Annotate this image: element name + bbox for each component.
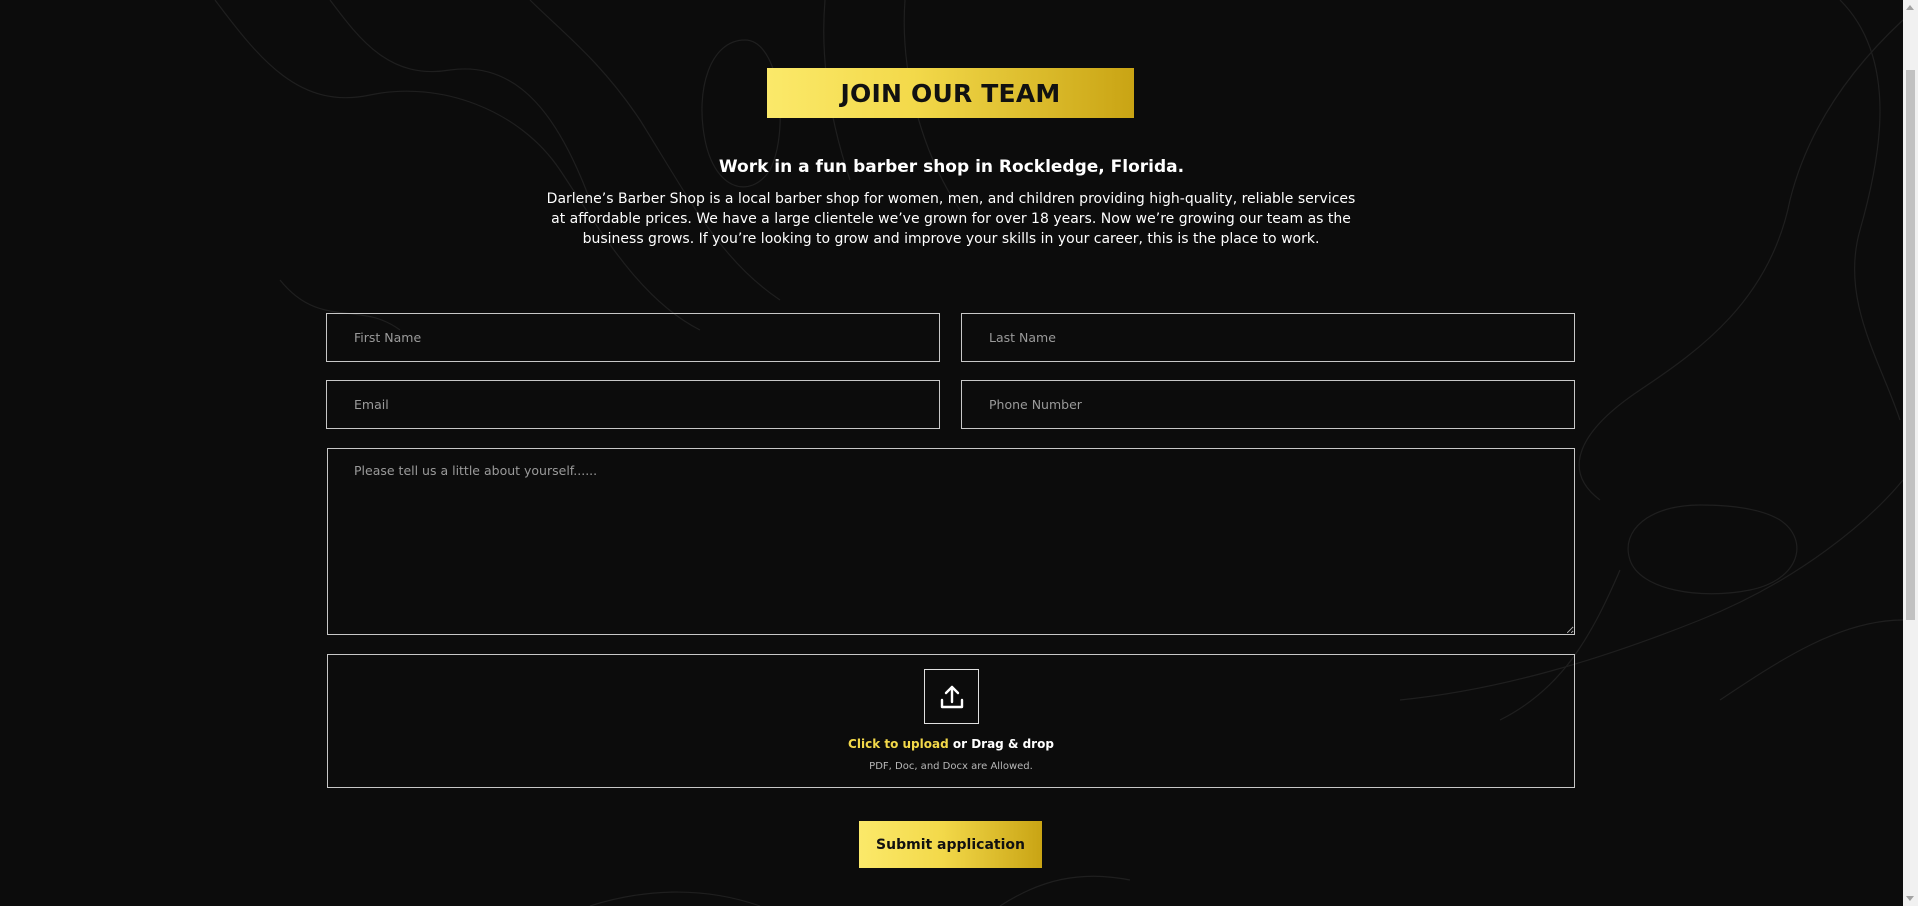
file-upload-dropzone[interactable]: Click to upload or Drag & drop PDF, Doc,… [327, 654, 1575, 788]
upload-button[interactable] [924, 669, 979, 724]
upload-instructions: Click to upload or Drag & drop [328, 737, 1574, 751]
section-subtitle: Work in a fun barber shop in Rockledge, … [718, 157, 1185, 177]
scrollbar-thumb[interactable] [1906, 70, 1915, 620]
email-input[interactable] [326, 380, 940, 429]
first-name-input[interactable] [326, 313, 940, 362]
about-yourself-textarea[interactable] [327, 448, 1575, 635]
scroll-down-arrow-icon[interactable] [1906, 896, 1914, 901]
scroll-up-arrow-icon[interactable] [1906, 5, 1914, 10]
vertical-scrollbar[interactable] [1903, 0, 1918, 906]
click-to-upload-link[interactable]: Click to upload [848, 737, 949, 751]
intro-paragraph: Darlene’s Barber Shop is a local barber … [546, 191, 1356, 247]
section-title-badge: JOIN OUR TEAM [767, 68, 1134, 118]
join-team-section: JOIN OUR TEAM Work in a fun barber shop … [0, 0, 1903, 906]
last-name-input[interactable] [961, 313, 1575, 362]
submit-application-button[interactable]: Submit application [859, 821, 1042, 868]
section-title: JOIN OUR TEAM [840, 78, 1061, 108]
upload-icon [940, 685, 963, 708]
phone-number-input[interactable] [961, 380, 1575, 429]
allowed-file-types-hint: PDF, Doc, and Docx are Allowed. [869, 761, 1033, 772]
drag-drop-text: or Drag & drop [948, 737, 1054, 751]
